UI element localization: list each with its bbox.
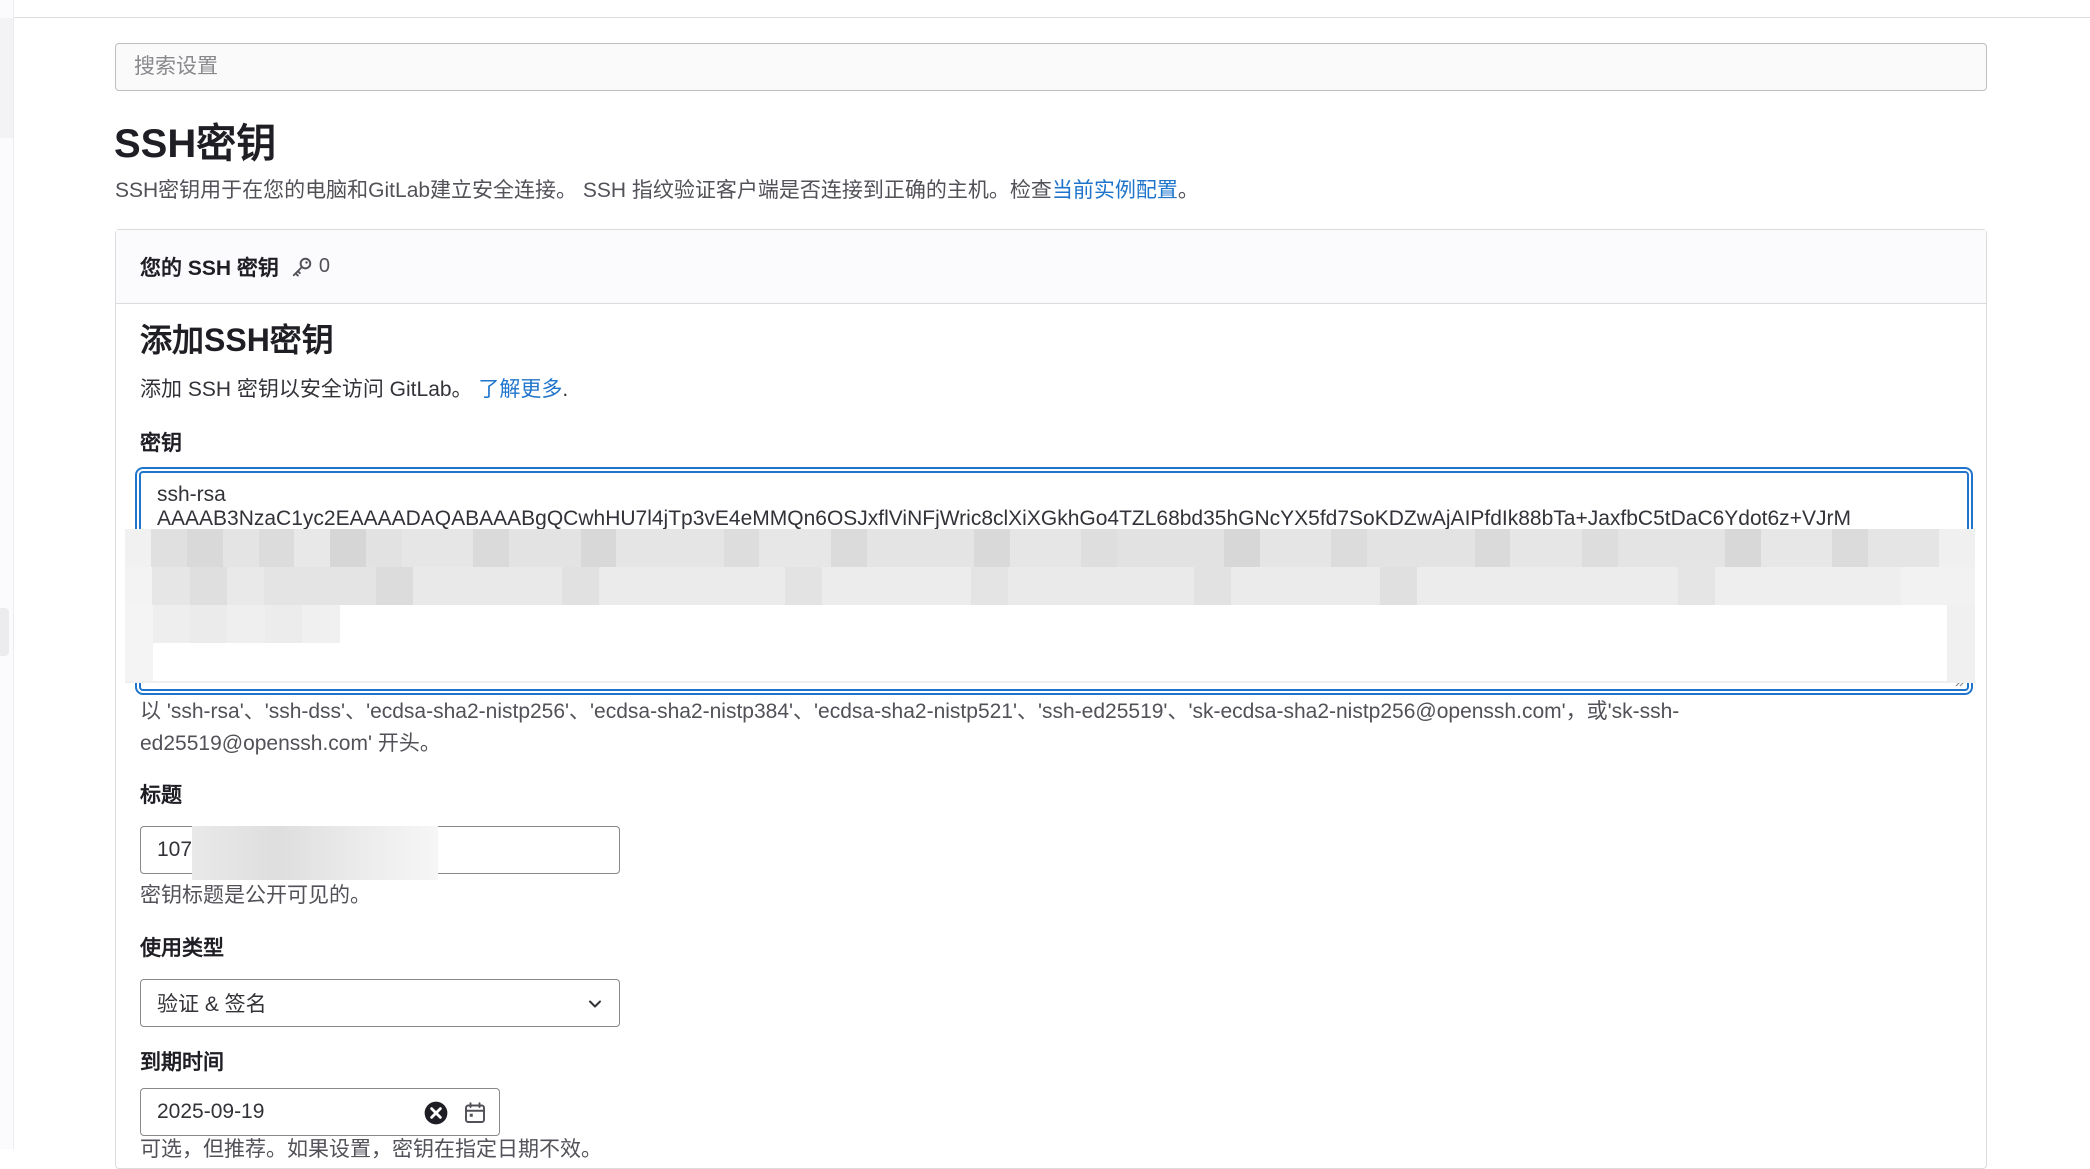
usage-type-selected: 验证 & 签名 xyxy=(157,993,267,1016)
expiry-date-value: 2025-09-19 xyxy=(157,1100,265,1123)
add-ssh-key-title: 添加SSH密钥 xyxy=(140,322,334,358)
key-format-help: 以 'ssh-rsa'、'ssh-dss'、'ecdsa-sha2-nistp2… xyxy=(140,696,1940,760)
instance-config-link[interactable]: 当前实例配置 xyxy=(1052,179,1178,202)
title-input-value: 107 xyxy=(157,838,193,861)
page-description: SSH密钥用于在您的电脑和GitLab建立安全连接。 SSH 指纹验证客户端是否… xyxy=(115,176,1199,206)
learn-more-link[interactable]: 了解更多 xyxy=(478,378,562,401)
left-sidebar-edge xyxy=(0,0,14,1149)
title-help: 密钥标题是公开可见的。 xyxy=(140,884,371,907)
sidebar-panel xyxy=(0,18,13,138)
top-bar xyxy=(0,0,2090,18)
card-header: 您的 SSH 密钥 0 xyxy=(116,230,1986,304)
redact-row xyxy=(125,643,1975,681)
key-format-help-line1: 以 'ssh-rsa'、'ssh-dss'、'ecdsa-sha2-nistp2… xyxy=(140,700,1680,723)
key-count-badge: 0 xyxy=(291,255,330,278)
usage-type-select[interactable]: 验证 & 签名 xyxy=(140,979,620,1027)
add-ssh-key-description: 添加 SSH 密钥以安全访问 GitLab。 了解更多. xyxy=(140,375,568,405)
redact-row xyxy=(125,605,1975,643)
key-count: 0 xyxy=(318,255,330,277)
chevron-down-icon xyxy=(589,1000,601,1008)
ssh-keys-card: 您的 SSH 密钥 0 添加SSH密钥 添加 SSH 密钥以安全访问 GitLa… xyxy=(115,229,1987,1169)
key-format-help-line2: ed25519@openssh.com' 开头。 xyxy=(140,732,441,755)
expiry-date-input[interactable]: 2025-09-19 xyxy=(140,1088,500,1136)
redact-row xyxy=(125,529,1975,567)
your-ssh-keys-title: 您的 SSH 密钥 xyxy=(140,256,279,280)
page-title: SSH密钥 xyxy=(114,122,277,166)
calendar-icon[interactable] xyxy=(463,1101,487,1125)
key-field-label: 密钥 xyxy=(140,432,182,455)
learn-more-end: . xyxy=(562,378,569,401)
redacted-key-region xyxy=(125,529,1975,683)
ssh-key-line-data: AAAAB3NzaC1yc2EAAAADAQABAAABgQCwhHU7l4jT… xyxy=(157,507,1851,530)
ssh-key-line-type: ssh-rsa xyxy=(157,483,226,506)
expiry-label: 到期时间 xyxy=(140,1051,224,1074)
sidebar-collapse-handle[interactable] xyxy=(0,608,9,656)
clear-icon[interactable] xyxy=(423,1100,449,1126)
date-input-icons xyxy=(423,1100,487,1126)
title-field-label: 标题 xyxy=(140,784,182,807)
add-ssh-key-text: 添加 SSH 密钥以安全访问 GitLab。 xyxy=(140,378,479,401)
search-settings-box[interactable] xyxy=(115,43,1987,91)
redacted-title-region xyxy=(192,826,438,880)
usage-type-label: 使用类型 xyxy=(140,937,224,960)
search-settings-input[interactable] xyxy=(132,54,1970,80)
page-description-end: 。 xyxy=(1177,179,1199,202)
page-description-text: SSH密钥用于在您的电脑和GitLab建立安全连接。 SSH 指纹验证客户端是否… xyxy=(115,179,1052,202)
expiry-help: 可选，但推荐。如果设置，密钥在指定日期不效。 xyxy=(140,1138,602,1161)
key-icon xyxy=(292,257,312,276)
redact-row xyxy=(125,567,1975,605)
